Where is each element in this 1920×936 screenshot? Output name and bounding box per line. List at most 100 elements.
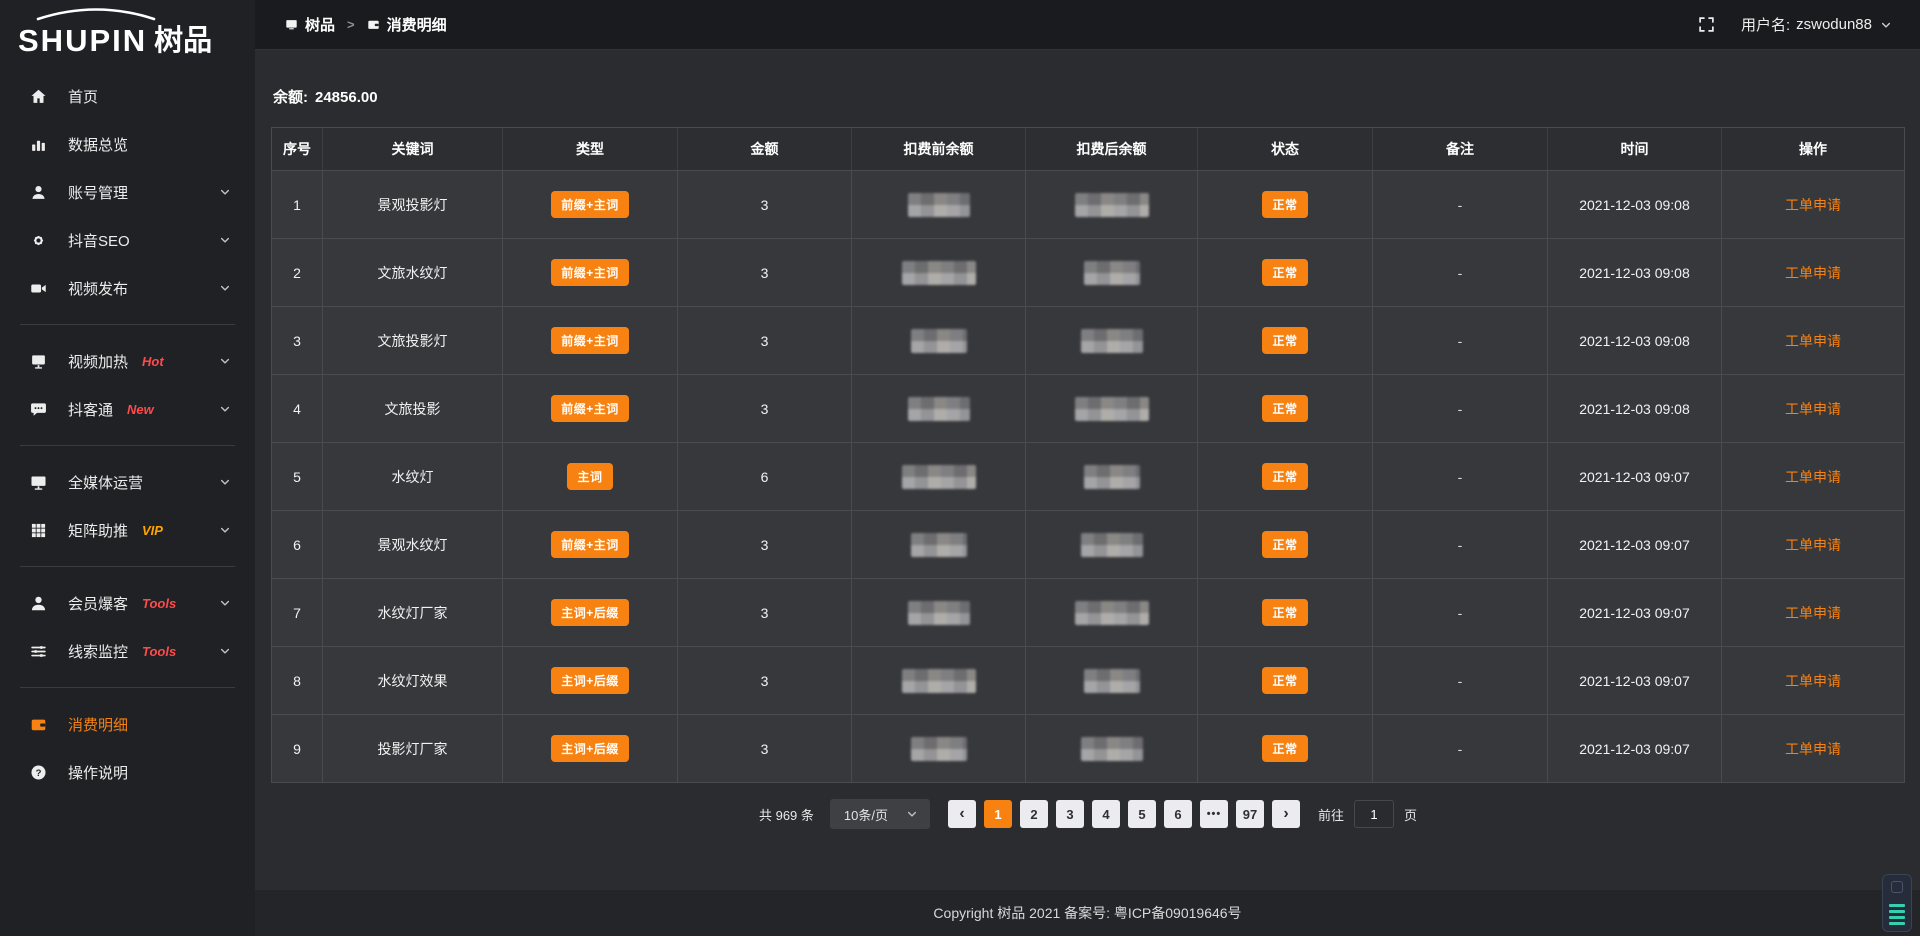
work-order-link[interactable]: 工单申请 [1785, 671, 1841, 691]
sidebar-item-label: 抖音SEO [68, 230, 130, 251]
sidebar-item-label: 消费明细 [68, 714, 128, 735]
sidebar-item-consume-detail[interactable]: 消费明细 [0, 700, 255, 748]
breadcrumb-label: 树品 [305, 14, 335, 35]
breadcrumb-separator: > [347, 17, 355, 32]
balance-after-cell [1026, 511, 1198, 578]
work-order-link[interactable]: 工单申请 [1785, 467, 1841, 487]
sidebar-item-video-publish[interactable]: 视频发布 [0, 264, 255, 312]
remark-cell: - [1373, 579, 1548, 646]
breadcrumb-label: 消费明细 [387, 14, 447, 35]
remark-cell: - [1373, 511, 1548, 578]
more-pages-button[interactable]: ••• [1200, 800, 1228, 828]
work-order-link[interactable]: 工单申请 [1785, 195, 1841, 215]
column-header: 备注 [1373, 128, 1548, 170]
sidebar-item-clue-monitor[interactable]: 线索监控Tools [0, 627, 255, 675]
amount-cell: 3 [678, 307, 852, 374]
sidebar-item-douyin-seo[interactable]: 抖音SEO [0, 216, 255, 264]
sidebar-nav: 首页数据总览账号管理抖音SEO 视频发布视频加热Hot抖客通New 全媒体运营矩阵助… [0, 64, 255, 796]
sidebar-item-matrix-boost[interactable]: 矩阵助推VIP [0, 506, 255, 554]
next-page-button[interactable]: › [1272, 800, 1300, 828]
breadcrumb-item[interactable]: 树品 [285, 14, 335, 35]
balance: 余额:24856.00 [271, 86, 1905, 107]
keyword-cell: 投影灯厂家 [323, 715, 503, 782]
topbar: 树品 > 消费明细 用户名: zswodun88 [255, 0, 1920, 50]
action-cell: 工单申请 [1722, 715, 1904, 782]
redacted-value [908, 601, 970, 625]
sidebar-item-member-baoke[interactable]: 会员爆客Tools [0, 579, 255, 627]
keyword-cell: 景观水纹灯 [323, 511, 503, 578]
username-label: 用户名: [1741, 14, 1790, 35]
amount-cell: 3 [678, 375, 852, 442]
work-order-link[interactable]: 工单申请 [1785, 739, 1841, 759]
sidebar-item-douketong[interactable]: 抖客通New [0, 385, 255, 433]
status-cell: 正常 [1198, 443, 1373, 510]
remark-cell: - [1373, 715, 1548, 782]
sidebar-item-account-management[interactable]: 账号管理 [0, 168, 255, 216]
page-button-5[interactable]: 5 [1128, 800, 1156, 828]
widget-bar [1889, 922, 1905, 925]
status-badge: 正常 [1262, 191, 1307, 218]
sidebar-item-label: 数据总览 [68, 134, 128, 155]
balance-before-cell [852, 511, 1026, 578]
goto-suffix: 页 [1404, 805, 1417, 824]
table-row: 4文旅投影前缀+主词3正常-2021-12-03 09:08工单申请 [272, 374, 1904, 442]
type-badge: 前缀+主词 [551, 327, 629, 354]
sidebar-divider [20, 445, 235, 446]
column-header: 操作 [1722, 128, 1904, 170]
sidebar-item-data-overview[interactable]: 数据总览 [0, 120, 255, 168]
amount-cell: 3 [678, 171, 852, 238]
wallet-icon [30, 716, 47, 733]
status-badge: 正常 [1262, 599, 1307, 626]
prev-page-button[interactable]: ‹ [948, 800, 976, 828]
balance-before-cell [852, 375, 1026, 442]
sidebar-item-media-operation[interactable]: 全媒体运营 [0, 458, 255, 506]
work-order-link[interactable]: 工单申请 [1785, 603, 1841, 623]
sidebar-item-home[interactable]: 首页 [0, 72, 255, 120]
balance-before-cell [852, 307, 1026, 374]
chevron-down-icon [1880, 19, 1892, 31]
sidebar-item-badge: Hot [142, 354, 164, 369]
column-header: 关键词 [323, 128, 503, 170]
home-icon [30, 88, 47, 105]
sidebar-item-label: 会员爆客 [68, 593, 128, 614]
breadcrumb-item[interactable]: 消费明细 [367, 14, 447, 35]
user-menu[interactable]: 用户名: zswodun88 [1741, 14, 1892, 35]
page-button-97[interactable]: 97 [1236, 800, 1264, 828]
monitor-icon [30, 474, 47, 491]
goto-page-input[interactable]: 1 [1354, 800, 1394, 828]
type-cell: 前缀+主词 [503, 239, 678, 306]
type-cell: 前缀+主词 [503, 307, 678, 374]
sidebar-item-label: 矩阵助推 [68, 520, 128, 541]
fullscreen-icon[interactable] [1698, 16, 1715, 33]
work-order-link[interactable]: 工单申请 [1785, 263, 1841, 283]
page-size-select[interactable]: 10条/页 [830, 799, 930, 829]
work-order-link[interactable]: 工单申请 [1785, 331, 1841, 351]
work-order-link[interactable]: 工单申请 [1785, 535, 1841, 555]
type-cell: 前缀+主词 [503, 375, 678, 442]
page-button-2[interactable]: 2 [1020, 800, 1048, 828]
sidebar-item-label: 视频发布 [68, 278, 128, 299]
page-button-4[interactable]: 4 [1092, 800, 1120, 828]
action-cell: 工单申请 [1722, 511, 1904, 578]
status-badge: 正常 [1262, 667, 1307, 694]
work-order-link[interactable]: 工单申请 [1785, 399, 1841, 419]
index-cell: 4 [272, 375, 323, 442]
goto-label: 前往 [1318, 805, 1344, 824]
floating-widget[interactable] [1882, 874, 1912, 932]
sidebar-item-label: 全媒体运营 [68, 472, 143, 493]
sidebar-item-video-heat[interactable]: 视频加热Hot [0, 337, 255, 385]
column-header: 时间 [1548, 128, 1722, 170]
status-badge: 正常 [1262, 531, 1307, 558]
chevron-down-icon [219, 403, 231, 415]
sidebar-item-help[interactable]: ?操作说明 [0, 748, 255, 796]
brand-logo[interactable]: SHUPIN 树品 [0, 0, 255, 64]
widget-bar [1889, 904, 1905, 907]
balance-after-cell [1026, 647, 1198, 714]
index-cell: 6 [272, 511, 323, 578]
page-button-3[interactable]: 3 [1056, 800, 1084, 828]
table-body: 1景观投影灯前缀+主词3正常-2021-12-03 09:08工单申请2文旅水纹… [272, 170, 1904, 782]
svg-text:?: ? [36, 767, 42, 778]
type-cell: 前缀+主词 [503, 171, 678, 238]
page-button-1[interactable]: 1 [984, 800, 1012, 828]
page-button-6[interactable]: 6 [1164, 800, 1192, 828]
